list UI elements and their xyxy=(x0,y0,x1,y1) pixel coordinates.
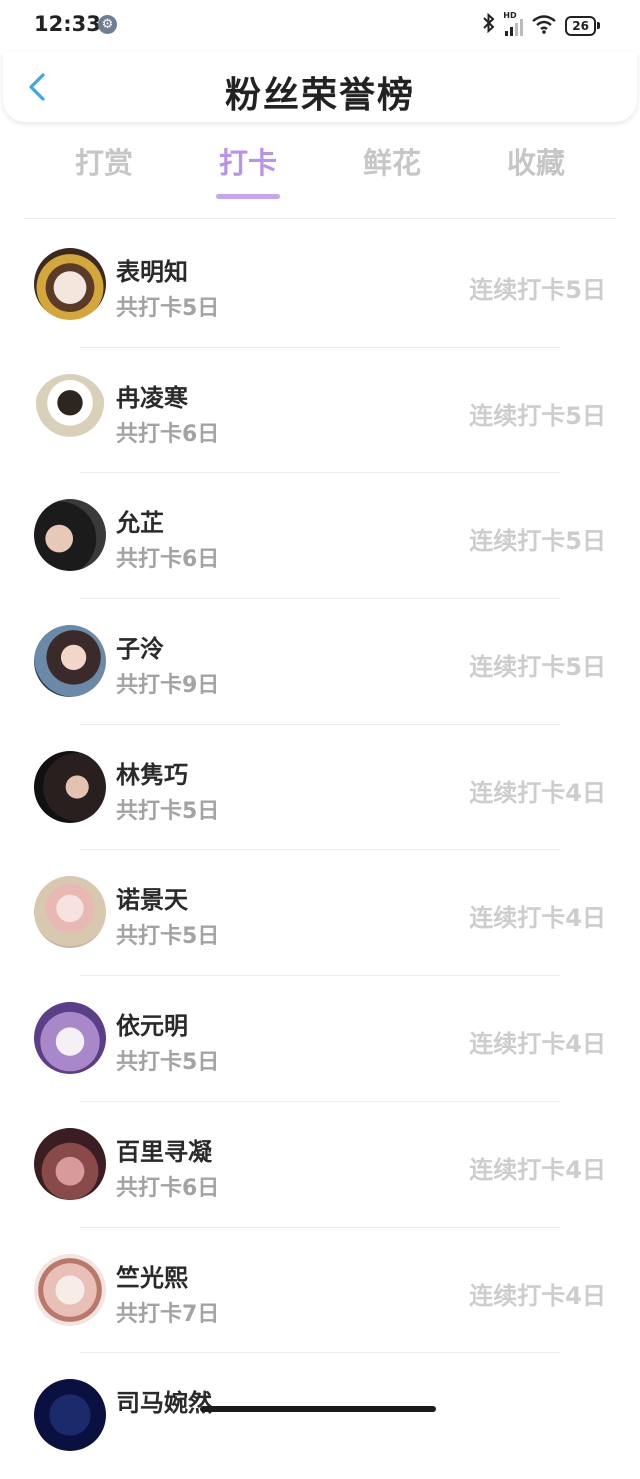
avatar xyxy=(34,499,106,572)
signal-icon: HD xyxy=(503,11,524,36)
fan-total-checkins: 共打卡7日 xyxy=(116,1301,220,1327)
fan-streak: 连续打卡4日 xyxy=(469,778,606,807)
fan-name: 表明知 xyxy=(116,258,188,286)
divider xyxy=(24,218,616,219)
tab-reward[interactable]: 打赏 xyxy=(44,140,164,182)
tab-checkin[interactable]: 打卡 xyxy=(188,140,308,182)
page-title: 粉丝荣誉榜 xyxy=(224,75,415,116)
battery-icon: 26 xyxy=(565,15,600,36)
list-item[interactable]: 百里寻凝 共打卡6日 连续打卡4日 xyxy=(0,1102,640,1228)
avatar xyxy=(34,876,106,949)
avatar xyxy=(34,1379,106,1452)
list-item[interactable]: 允芷 共打卡6日 连续打卡5日 xyxy=(0,473,640,600)
fan-name: 竺光熙 xyxy=(116,1263,188,1292)
fan-name: 冉凌寒 xyxy=(116,383,188,412)
bluetooth-icon xyxy=(482,12,496,38)
home-indicator[interactable] xyxy=(200,1406,436,1412)
list-item[interactable]: 竺光熙 共打卡7日 连续打卡4日 xyxy=(0,1228,640,1354)
avatar xyxy=(34,750,106,823)
network-type-label: HD xyxy=(503,10,517,20)
tab-flowers[interactable]: 鲜花 xyxy=(332,140,452,182)
wifi-icon xyxy=(532,14,557,38)
avatar xyxy=(34,1253,106,1326)
active-tab-indicator xyxy=(216,194,280,199)
fan-total-checkins: 共打卡6日 xyxy=(116,547,220,573)
avatar xyxy=(34,373,106,446)
list-item[interactable]: 司马婉然 xyxy=(0,1353,640,1479)
fan-total-checkins: 共打卡5日 xyxy=(116,798,220,824)
list-item[interactable]: 冉凌寒 共打卡6日 连续打卡5日 xyxy=(0,348,640,474)
fan-streak: 连续打卡5日 xyxy=(469,401,606,430)
gear-icon: ⚙ xyxy=(98,15,117,34)
battery-level: 26 xyxy=(565,15,596,36)
fan-name: 林隽巧 xyxy=(116,760,188,789)
fan-name: 司马婉然 xyxy=(116,1389,212,1418)
fan-streak: 连续打卡5日 xyxy=(469,527,606,556)
fan-streak: 连续打卡4日 xyxy=(469,1155,606,1184)
fan-name: 允芷 xyxy=(116,509,164,538)
avatar xyxy=(34,1002,106,1075)
fan-total-checkins: 共打卡5日 xyxy=(116,1050,220,1076)
tab-bar: 打赏 打卡 鲜花 收藏 xyxy=(0,140,640,210)
fan-name: 依元明 xyxy=(116,1012,188,1041)
status-bar: 12:33 ⚙ HD 26 xyxy=(0,0,640,50)
fan-streak: 连续打卡4日 xyxy=(469,1030,606,1059)
fan-total-checkins: 共打卡5日 xyxy=(116,924,220,950)
avatar xyxy=(34,1127,106,1200)
fan-total-checkins: 共打卡6日 xyxy=(116,1175,220,1201)
fan-streak: 连续打卡5日 xyxy=(469,653,606,682)
fan-streak: 连续打卡4日 xyxy=(469,1281,606,1310)
avatar xyxy=(34,248,106,320)
fan-total-checkins: 共打卡6日 xyxy=(116,421,220,447)
list-item[interactable]: 子泠 共打卡9日 连续打卡5日 xyxy=(0,599,640,725)
fan-total-checkins: 共打卡9日 xyxy=(116,673,220,699)
tab-favorites[interactable]: 收藏 xyxy=(476,140,596,182)
fan-name: 诺景天 xyxy=(116,886,188,915)
header: 粉丝荣誉榜 xyxy=(3,52,637,122)
fan-list: 表明知 共打卡5日 连续打卡5日 冉凌寒 共打卡6日 连续打卡5日 允芷 共打卡… xyxy=(0,222,640,1479)
list-item[interactable]: 依元明 共打卡5日 连续打卡4日 xyxy=(0,976,640,1102)
fan-streak: 连续打卡5日 xyxy=(469,276,606,304)
fan-name: 百里寻凝 xyxy=(116,1137,212,1166)
list-item[interactable]: 林隽巧 共打卡5日 连续打卡4日 xyxy=(0,725,640,851)
status-icons: HD 26 xyxy=(482,11,600,38)
fan-total-checkins: 共打卡5日 xyxy=(116,296,220,321)
list-item[interactable]: 诺景天 共打卡5日 连续打卡4日 xyxy=(0,850,640,977)
avatar xyxy=(34,625,106,698)
fan-streak: 连续打卡4日 xyxy=(469,904,606,933)
fan-name: 子泠 xyxy=(116,635,164,664)
status-time: 12:33 xyxy=(34,12,101,36)
list-item[interactable]: 表明知 共打卡5日 连续打卡5日 xyxy=(0,222,640,348)
